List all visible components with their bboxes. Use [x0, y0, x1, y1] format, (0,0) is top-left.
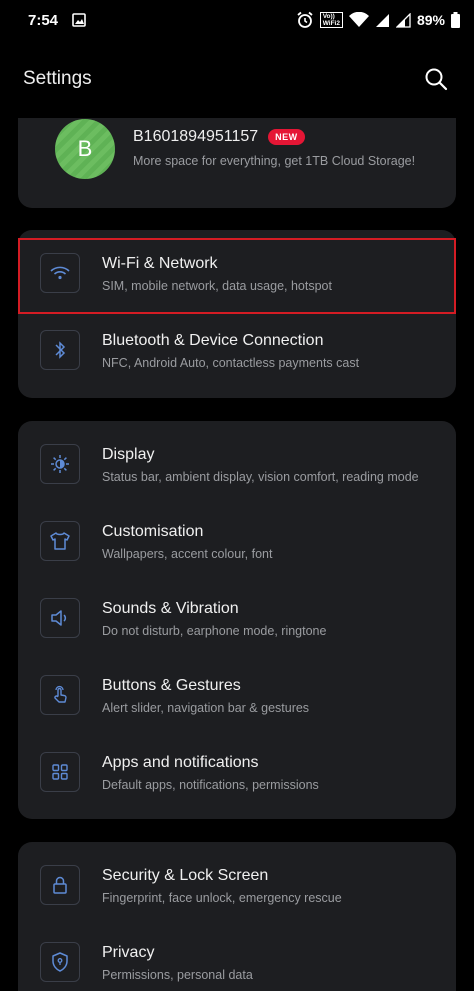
lock-icon: [40, 865, 80, 905]
tshirt-icon: [40, 521, 80, 561]
settings-item-subtitle: Default apps, notifications, permissions: [102, 778, 319, 792]
gesture-icon: [40, 675, 80, 715]
cell-signal-1-icon: [375, 13, 390, 28]
account-subtitle: More space for everything, get 1TB Cloud…: [133, 154, 416, 168]
settings-item-buttons-gestures[interactable]: Buttons & Gestures Alert slider, navigat…: [18, 660, 456, 736]
avatar: B: [55, 119, 115, 179]
settings-item-subtitle: NFC, Android Auto, contactless payments …: [102, 356, 360, 370]
settings-item-label: Customisation: [102, 523, 204, 540]
image-notification-icon: [72, 13, 86, 27]
settings-item-privacy[interactable]: Privacy Permissions, personal data: [18, 927, 456, 991]
bluetooth-icon: [40, 330, 80, 370]
battery-icon: [451, 12, 460, 28]
settings-item-display[interactable]: Display Status bar, ambient display, vis…: [18, 429, 456, 505]
settings-item-subtitle: Status bar, ambient display, vision comf…: [102, 470, 419, 484]
settings-item-label: Display: [102, 446, 155, 463]
settings-item-subtitle: Alert slider, navigation bar & gestures: [102, 701, 310, 715]
settings-item-label: Buttons & Gestures: [102, 677, 241, 694]
settings-item-label: Sounds & Vibration: [102, 600, 239, 617]
settings-item-subtitle: Fingerprint, face unlock, emergency resc…: [102, 891, 342, 905]
speaker-icon: [40, 598, 80, 638]
account-name-row: B1601894951157 NEW: [133, 128, 305, 146]
apps-grid-icon: [40, 752, 80, 792]
settings-item-subtitle: Do not disturb, earphone mode, ringtone: [102, 624, 327, 638]
security-group-card: Security & Lock Screen Fingerprint, face…: [18, 842, 456, 991]
settings-item-subtitle: Wallpapers, accent colour, font: [102, 547, 273, 561]
cell-signal-2-icon: [395, 12, 411, 28]
settings-item-label: Apps and notifications: [102, 754, 259, 771]
settings-item-sounds-vibration[interactable]: Sounds & Vibration Do not disturb, earph…: [18, 583, 456, 659]
status-time: 7:54: [28, 11, 59, 29]
settings-item-bluetooth[interactable]: Bluetooth & Device Connection NFC, Andro…: [18, 315, 456, 391]
search-icon[interactable]: [422, 65, 450, 93]
device-group-card: Display Status bar, ambient display, vis…: [18, 421, 456, 819]
battery-percent: 89%: [416, 12, 445, 28]
settings-item-label: Security & Lock Screen: [102, 867, 269, 884]
settings-item-subtitle: SIM, mobile network, data usage, hotspot: [102, 279, 332, 293]
wifi-signal-icon: [348, 12, 369, 28]
settings-item-apps-notifications[interactable]: Apps and notifications Default apps, not…: [18, 737, 456, 813]
settings-item-label: Bluetooth & Device Connection: [102, 332, 324, 349]
settings-item-label: Privacy: [102, 944, 155, 961]
settings-item-label: Wi-Fi & Network: [102, 255, 218, 272]
shield-icon: [40, 942, 80, 982]
network-group-card: Wi-Fi & Network SIM, mobile network, dat…: [18, 230, 456, 398]
settings-item-wifi-network[interactable]: Wi-Fi & Network SIM, mobile network, dat…: [18, 238, 456, 314]
status-bar: 7:54 Vo)) WiFi2 89%: [0, 0, 474, 40]
page-title: Settings: [23, 68, 92, 89]
account-card[interactable]: B B1601894951157 NEW More space for ever…: [18, 118, 456, 208]
wifi-icon: [40, 253, 80, 293]
account-name: B1601894951157: [133, 128, 259, 145]
new-badge: NEW: [268, 129, 305, 145]
volte-wifi-calling-icon: Vo)) WiFi2: [319, 12, 343, 28]
brightness-icon: [40, 444, 80, 484]
settings-item-customisation[interactable]: Customisation Wallpapers, accent colour,…: [18, 506, 456, 582]
alarm-icon: [296, 11, 314, 29]
settings-item-subtitle: Permissions, personal data: [102, 968, 253, 982]
settings-item-security-lock[interactable]: Security & Lock Screen Fingerprint, face…: [18, 850, 456, 926]
settings-header: Settings: [0, 40, 474, 118]
